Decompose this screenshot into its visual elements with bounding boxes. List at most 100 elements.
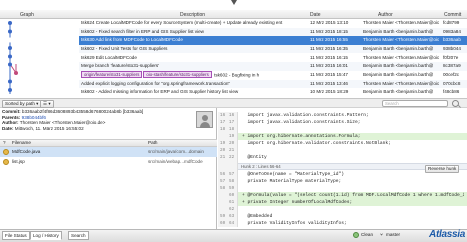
commit-author: Thorsten Maier <Thorsten.Maier@oio [363,37,439,43]
file-row[interactable]: list.jsp src/main/webap...mdfCode [0,157,217,167]
stash-branch-tag[interactable]: oio-stash/feature/sto31-suppliers [143,71,212,79]
author-avatar [196,111,213,128]
parent-link[interactable]: 938b044bf6 [22,115,46,120]
new-line-number: 18 [229,127,235,132]
diff-code-line: @Entity [242,155,267,160]
graph-node [8,29,12,34]
brand-logo: Atlassia [429,229,465,240]
commit-hash: f48cb86 [443,89,460,95]
commit-date: 11 Mrz 2015 13:46 [310,80,348,86]
commit-description: tsk630 Add link from MDFCode to LocalMDF… [81,37,183,43]
tab-log-history[interactable]: Log / History [30,231,62,240]
path-header[interactable]: Path [148,140,157,146]
old-line-number: 58 [220,186,226,191]
commit-date: 11 Mrz 2015 18:15 [310,28,348,34]
sort-dropdown[interactable]: Sorted by path ▾ [2,99,42,108]
graph-node [8,79,12,84]
col-date[interactable]: Date [310,12,321,18]
sort-indicator-icon: ? [3,140,6,145]
commit-author: Benjamin Barth <benjamin.barth@ [363,71,434,77]
new-line-number: 22 [229,155,235,160]
new-line-number: 60 [229,193,235,198]
diff-code-line [242,185,464,192]
graph-node [8,46,12,50]
old-line-number: 19 [220,141,226,146]
view-mode-label: ☰ ▾ [43,100,51,106]
diff-code-line: @Embedded [242,214,273,219]
diff-code-line [242,126,464,133]
commit-description: Added explicit logging configuration for… [81,80,231,86]
sourcetree-window: Graph Description Date Author Commit tsk… [0,0,467,242]
reverse-hunk-label: Reverse hunk [428,166,457,171]
search-placeholder: Search [385,101,399,106]
diff-code-line: import org.hibernate.validator.constrain… [242,141,391,146]
old-line-number: 56 [220,172,226,177]
commit-author: Thorsten Maier <Thorsten.Maier@oio [363,80,439,86]
log-column-header: Graph Description Date Author Commit [0,10,467,19]
file-path: src/main/webap...mdfCode [148,159,203,164]
commit-hash: 0983a84 [443,28,461,34]
graph-node [8,88,12,92]
commit-description: tsk629 Edit LocalMDFCode [81,54,137,60]
diff-code-line: private ValidityInfos validityInfos; [242,221,347,226]
col-commit[interactable]: Commit [444,12,461,18]
file-name: list.jsp [12,159,25,164]
remote-branch-tag[interactable]: origin/feature/sto31-suppliers [81,71,143,79]
commit-date: 11 Mrz 2015 16:01 [310,63,348,69]
new-line-number: 58 [229,179,235,184]
search-input[interactable]: Search [382,100,448,107]
commit-description: Merge branch 'feature/sto31-suppliers' [81,63,160,69]
file-row[interactable]: MdfCode.java src/main/java/com...domain [0,147,217,157]
graph-node [8,54,12,59]
commit-author: Benjamin Barth <benjamin.barth@ [363,28,434,34]
tab-search[interactable]: Search [68,231,89,240]
col-description[interactable]: Description [180,12,205,18]
new-line-number: 20 [229,141,235,146]
commit-description: tsk602 - Fixed search filter in ERP and … [81,28,204,34]
diff-code-line: import javax.validation.constraints.Size… [242,120,361,125]
commit-hash: fcd8799 [443,20,460,25]
commit-date: 10 Mrz 2015 18:29 [310,89,349,95]
col-author[interactable]: Author [378,12,393,18]
old-line-number: 21 [220,155,226,160]
commit-hash: 938b044 [443,45,461,51]
commit-author: Benjamin Barth <benjamin.barth@ [363,89,434,95]
branch-icon: ⑂ [380,231,384,238]
old-line-number: 59 [220,214,226,219]
diff-code-line: + private Integer numberOfLocalMdfCodes; [242,200,353,205]
sort-label: Sorted by path [5,100,35,106]
commit-description: tsk602 - Added missing information for E… [81,89,239,95]
new-line-number: 61 [229,200,235,205]
commit-description: tsk624 Create LocalMDFCode for every Sou… [81,20,283,25]
modified-file-icon [3,149,9,155]
commit-author: Benjamin Barth <benjamin.barth@ [363,63,434,69]
new-line-number: 16 [229,113,235,118]
tab-file-status[interactable]: File Status [2,231,30,240]
commit-graph [0,19,79,98]
diff-code-line: + import org.hibernate.annotations.Formu… [242,134,361,139]
old-line-number: 57 [220,179,226,184]
commit-date: 11 Mrz 2015 16:55 [310,37,348,43]
branch-label[interactable]: master [386,232,400,237]
diff-code-line: private MaterialType materialType; [242,179,342,184]
new-line-number: 63 [229,214,235,219]
commit-hash: b336aab [443,37,461,43]
date-line: Date: Mittwoch, 11. März 2015 16:55:02 [2,125,84,131]
clean-label: Clean [361,232,374,237]
clean-status-icon [353,232,359,238]
commit-date: 11 Mrz 2015 15:47 [310,71,348,77]
reverse-hunk-button[interactable]: Reverse hunk [425,165,460,173]
view-mode-button[interactable]: ☰ ▾ [40,99,54,108]
commit-date: 12 Mrz 2015 13:10 [310,20,349,25]
commit-author: Thorsten Maier <Thorsten.Maier@oio [363,54,439,60]
col-graph[interactable]: Graph [20,12,34,18]
search-icon[interactable] [452,100,459,107]
collapse-arrow-icon[interactable] [231,0,237,5]
commit-author: Benjamin Barth <benjamin.barth@ [363,45,434,51]
old-line-number: 60 [220,221,226,226]
modified-file-icon [3,159,9,165]
file-name: MdfCode.java [12,149,41,154]
filename-header[interactable]: Filename [12,140,31,146]
commit-hash: 070cbc8 [443,80,461,86]
commit-hash: 00cef2c [443,71,460,77]
